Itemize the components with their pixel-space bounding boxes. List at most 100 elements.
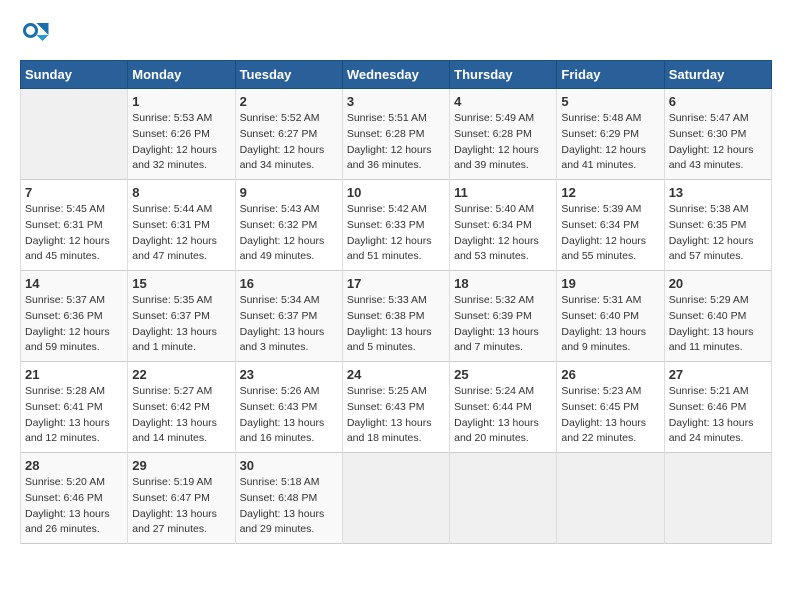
calendar-cell: 21 Sunrise: 5:28 AMSunset: 6:41 PMDayligh…: [21, 362, 128, 453]
logo-icon: [20, 20, 50, 50]
calendar-cell: 30 Sunrise: 5:18 AMSunset: 6:48 PMDayligh…: [235, 453, 342, 544]
day-number: 17: [347, 276, 445, 291]
day-info: Sunrise: 5:28 AMSunset: 6:41 PMDaylight:…: [25, 384, 123, 447]
calendar-cell: 18Sunrise: 5:32 AMSunset: 6:39 PMDayligh…: [450, 271, 557, 362]
calendar-cell: [450, 453, 557, 544]
day-number: 3: [347, 94, 445, 109]
col-header-monday: Monday: [128, 61, 235, 89]
day-number: 12: [561, 185, 659, 200]
day-info: Sunrise: 5:18 AMSunset: 6:48 PMDaylight:…: [240, 475, 338, 538]
day-number: 26: [561, 367, 659, 382]
day-number: 14: [25, 276, 123, 291]
day-info: Sunrise: 5:43 AMSunset: 6:32 PMDaylight:…: [240, 202, 338, 265]
col-header-wednesday: Wednesday: [342, 61, 449, 89]
day-info: Sunrise: 5:40 AMSunset: 6:34 PMDaylight:…: [454, 202, 552, 265]
day-number: 30: [240, 458, 338, 473]
day-info: Sunrise: 5:44 AMSunset: 6:31 PMDaylight:…: [132, 202, 230, 265]
calendar-cell: 25 Sunrise: 5:24 AMSunset: 6:44 PMDayligh…: [450, 362, 557, 453]
day-number: 29: [132, 458, 230, 473]
col-header-tuesday: Tuesday: [235, 61, 342, 89]
day-info: Sunrise: 5:49 AMSunset: 6:28 PMDaylight:…: [454, 111, 552, 174]
calendar-cell: 8Sunrise: 5:44 AMSunset: 6:31 PMDaylight…: [128, 180, 235, 271]
calendar-cell: 14 Sunrise: 5:37 AMSunset: 6:36 PMDayligh…: [21, 271, 128, 362]
calendar-cell: 5 Sunrise: 5:48 AMSunset: 6:29 PMDaylight…: [557, 89, 664, 180]
calendar-cell: 6Sunrise: 5:47 AMSunset: 6:30 PMDaylight…: [664, 89, 771, 180]
day-number: 2: [240, 94, 338, 109]
calendar-cell: 26Sunrise: 5:23 AMSunset: 6:45 PMDayligh…: [557, 362, 664, 453]
day-info: Sunrise: 5:34 AMSunset: 6:37 PMDaylight:…: [240, 293, 338, 356]
day-info: Sunrise: 5:53 AMSunset: 6:26 PMDaylight:…: [132, 111, 230, 174]
calendar-cell: 16 Sunrise: 5:34 AMSunset: 6:37 PMDayligh…: [235, 271, 342, 362]
calendar-cell: 10 Sunrise: 5:42 AMSunset: 6:33 PMDayligh…: [342, 180, 449, 271]
day-number: 18: [454, 276, 552, 291]
day-number: 11: [454, 185, 552, 200]
col-header-sunday: Sunday: [21, 61, 128, 89]
day-number: 21: [25, 367, 123, 382]
calendar-cell: 20 Sunrise: 5:29 AMSunset: 6:40 PMDayligh…: [664, 271, 771, 362]
calendar-cell: 22 Sunrise: 5:27 AMSunset: 6:42 PMDayligh…: [128, 362, 235, 453]
day-info: Sunrise: 5:38 AMSunset: 6:35 PMDaylight:…: [669, 202, 767, 265]
calendar-week-4: 21 Sunrise: 5:28 AMSunset: 6:41 PMDayligh…: [21, 362, 772, 453]
day-info: Sunrise: 5:29 AMSunset: 6:40 PMDaylight:…: [669, 293, 767, 356]
calendar-cell: 2 Sunrise: 5:52 AMSunset: 6:27 PMDaylight…: [235, 89, 342, 180]
day-info: Sunrise: 5:39 AMSunset: 6:34 PMDaylight:…: [561, 202, 659, 265]
day-info: Sunrise: 5:51 AMSunset: 6:28 PMDaylight:…: [347, 111, 445, 174]
calendar-cell: 15 Sunrise: 5:35 AMSunset: 6:37 PMDayligh…: [128, 271, 235, 362]
day-number: 24: [347, 367, 445, 382]
day-number: 20: [669, 276, 767, 291]
calendar-week-1: 1 Sunrise: 5:53 AMSunset: 6:26 PMDaylight…: [21, 89, 772, 180]
calendar-cell: 28Sunrise: 5:20 AMSunset: 6:46 PMDayligh…: [21, 453, 128, 544]
calendar-cell: 29 Sunrise: 5:19 AMSunset: 6:47 PMDayligh…: [128, 453, 235, 544]
day-number: 1: [132, 94, 230, 109]
calendar-cell: 13 Sunrise: 5:38 AMSunset: 6:35 PMDayligh…: [664, 180, 771, 271]
calendar-cell: 19Sunrise: 5:31 AMSunset: 6:40 PMDayligh…: [557, 271, 664, 362]
day-number: 28: [25, 458, 123, 473]
day-number: 10: [347, 185, 445, 200]
calendar-cell: 11 Sunrise: 5:40 AMSunset: 6:34 PMDayligh…: [450, 180, 557, 271]
day-info: Sunrise: 5:24 AMSunset: 6:44 PMDaylight:…: [454, 384, 552, 447]
day-number: 27: [669, 367, 767, 382]
day-info: Sunrise: 5:37 AMSunset: 6:36 PMDaylight:…: [25, 293, 123, 356]
day-info: Sunrise: 5:35 AMSunset: 6:37 PMDaylight:…: [132, 293, 230, 356]
calendar-cell: 12 Sunrise: 5:39 AMSunset: 6:34 PMDayligh…: [557, 180, 664, 271]
logo: [20, 20, 54, 50]
day-number: 23: [240, 367, 338, 382]
day-number: 13: [669, 185, 767, 200]
day-info: Sunrise: 5:27 AMSunset: 6:42 PMDaylight:…: [132, 384, 230, 447]
calendar-cell: 1 Sunrise: 5:53 AMSunset: 6:26 PMDaylight…: [128, 89, 235, 180]
day-info: Sunrise: 5:21 AMSunset: 6:46 PMDaylight:…: [669, 384, 767, 447]
calendar-week-3: 14 Sunrise: 5:37 AMSunset: 6:36 PMDayligh…: [21, 271, 772, 362]
calendar-cell: 7Sunrise: 5:45 AMSunset: 6:31 PMDaylight…: [21, 180, 128, 271]
calendar-cell: 3 Sunrise: 5:51 AMSunset: 6:28 PMDaylight…: [342, 89, 449, 180]
calendar-cell: 9Sunrise: 5:43 AMSunset: 6:32 PMDaylight…: [235, 180, 342, 271]
header: [20, 20, 772, 50]
day-info: Sunrise: 5:25 AMSunset: 6:43 PMDaylight:…: [347, 384, 445, 447]
day-number: 7: [25, 185, 123, 200]
day-number: 15: [132, 276, 230, 291]
calendar-table: SundayMondayTuesdayWednesdayThursdayFrid…: [20, 60, 772, 544]
day-number: 5: [561, 94, 659, 109]
day-info: Sunrise: 5:52 AMSunset: 6:27 PMDaylight:…: [240, 111, 338, 174]
calendar-week-2: 7Sunrise: 5:45 AMSunset: 6:31 PMDaylight…: [21, 180, 772, 271]
day-info: Sunrise: 5:19 AMSunset: 6:47 PMDaylight:…: [132, 475, 230, 538]
calendar-header-row: SundayMondayTuesdayWednesdayThursdayFrid…: [21, 61, 772, 89]
calendar-cell: 17 Sunrise: 5:33 AMSunset: 6:38 PMDayligh…: [342, 271, 449, 362]
day-info: Sunrise: 5:47 AMSunset: 6:30 PMDaylight:…: [669, 111, 767, 174]
calendar-cell: 4 Sunrise: 5:49 AMSunset: 6:28 PMDaylight…: [450, 89, 557, 180]
day-number: 16: [240, 276, 338, 291]
calendar-cell: [664, 453, 771, 544]
day-number: 25: [454, 367, 552, 382]
calendar-cell: [342, 453, 449, 544]
day-info: Sunrise: 5:48 AMSunset: 6:29 PMDaylight:…: [561, 111, 659, 174]
col-header-saturday: Saturday: [664, 61, 771, 89]
day-number: 22: [132, 367, 230, 382]
calendar-cell: 24 Sunrise: 5:25 AMSunset: 6:43 PMDayligh…: [342, 362, 449, 453]
col-header-thursday: Thursday: [450, 61, 557, 89]
day-info: Sunrise: 5:33 AMSunset: 6:38 PMDaylight:…: [347, 293, 445, 356]
day-info: Sunrise: 5:42 AMSunset: 6:33 PMDaylight:…: [347, 202, 445, 265]
day-number: 19: [561, 276, 659, 291]
day-number: 4: [454, 94, 552, 109]
calendar-week-5: 28Sunrise: 5:20 AMSunset: 6:46 PMDayligh…: [21, 453, 772, 544]
calendar-cell: [21, 89, 128, 180]
calendar-cell: 23Sunrise: 5:26 AMSunset: 6:43 PMDayligh…: [235, 362, 342, 453]
